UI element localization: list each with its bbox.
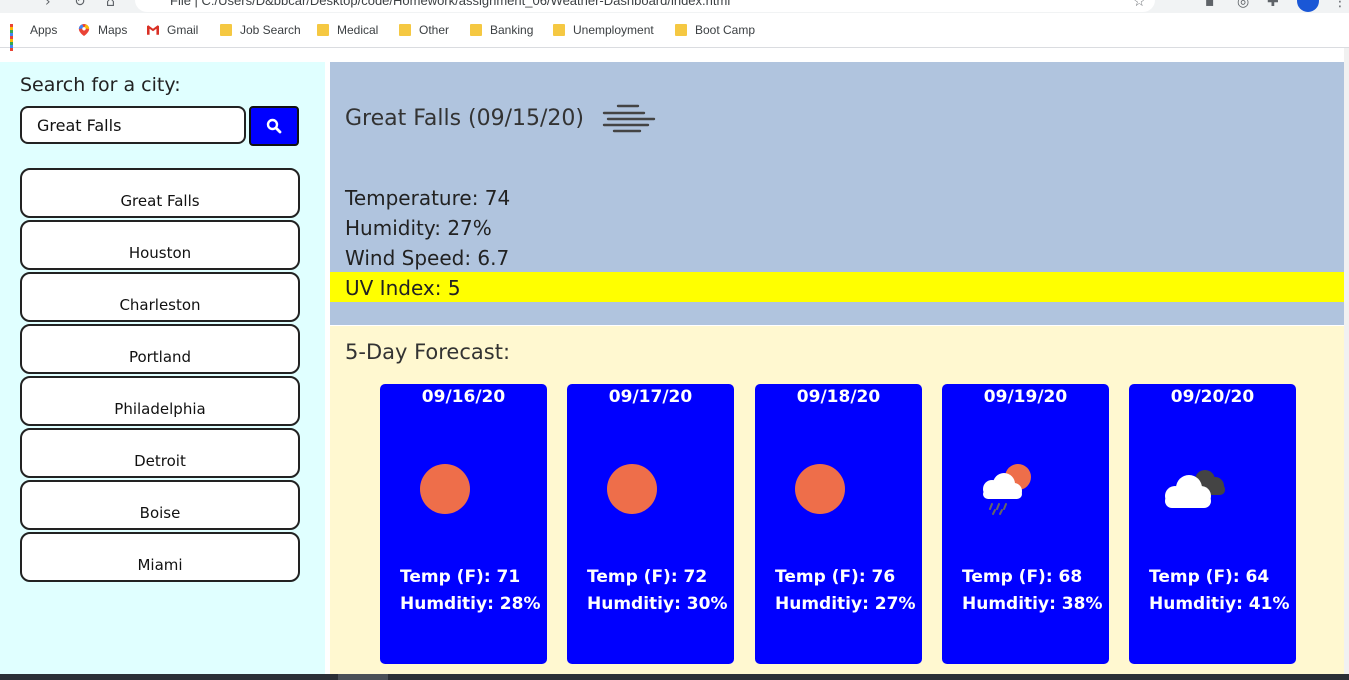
- sun-icon: [795, 464, 845, 514]
- folder-icon: [317, 24, 329, 36]
- forward-arrow-icon[interactable]: ›: [45, 0, 51, 10]
- bookmarks-bar: Apps Maps Gmail Job Search Medical Other…: [0, 13, 1349, 51]
- city-button-label: Detroit: [134, 452, 186, 470]
- address-text: File | C:/Users/D&bbcar/Desktop/code/Hom…: [170, 0, 731, 8]
- forecast-date: 09/17/20: [608, 387, 693, 407]
- current-city-title: Great Falls (09/15/20): [345, 106, 585, 131]
- sun-rain-cloud-icon: [983, 464, 1031, 515]
- star-icon[interactable]: ☆: [1133, 0, 1146, 10]
- forecast-card: 09/17/20 Temp (F): 72 Humditiy: 30%: [567, 384, 734, 664]
- forecast-date: 09/16/20: [421, 387, 506, 407]
- forecast-card: 09/16/20 Temp (F): 71 Humditiy: 28%: [380, 384, 547, 664]
- current-temperature: Temperature: 74: [345, 186, 511, 210]
- bookmark-maps[interactable]: Maps: [78, 22, 127, 38]
- maps-pin-icon: [78, 24, 90, 36]
- city-button-label: Charleston: [119, 296, 201, 314]
- forecast-title: 5-Day Forecast:: [345, 340, 511, 364]
- current-weather-panel: Great Falls (09/15/20) Temperature: 74 H…: [330, 62, 1344, 325]
- puzzle-icon[interactable]: ✚: [1267, 0, 1279, 10]
- bookmark-label: Unemployment: [573, 23, 654, 37]
- bookmark-medical[interactable]: Medical: [317, 22, 378, 38]
- forecast-humidity: Humditiy: 27%: [775, 594, 916, 614]
- browser-toolbar: › ↻ ⌂ File | C:/Users/D&bbcar/Desktop/co…: [0, 0, 1349, 13]
- city-button-detroit[interactable]: Detroit: [20, 428, 300, 478]
- uv-index-highlight: UV Index: 5: [330, 272, 1344, 302]
- forecast-card: 09/18/20 Temp (F): 76 Humditiy: 27%: [755, 384, 922, 664]
- mist-icon: [602, 104, 656, 133]
- folder-icon: [220, 24, 232, 36]
- current-humidity: Humidity: 27%: [345, 216, 492, 240]
- reload-icon[interactable]: ↻: [74, 0, 86, 10]
- gmail-icon: [147, 25, 159, 35]
- bookmark-gmail[interactable]: Gmail: [147, 22, 198, 38]
- forecast-temp: Temp (F): 72: [587, 567, 708, 587]
- current-uv-index: UV Index: 5: [345, 276, 461, 300]
- city-button-portland[interactable]: Portland: [20, 324, 300, 374]
- forecast-date: 09/19/20: [983, 387, 1068, 407]
- folder-icon: [553, 24, 565, 36]
- forecast-date: 09/20/20: [1170, 387, 1255, 407]
- city-button-label: Great Falls: [120, 192, 200, 210]
- forecast-humidity: Humditiy: 28%: [400, 594, 541, 614]
- bookmark-job-search[interactable]: Job Search: [220, 22, 301, 38]
- sun-icon: [420, 464, 470, 514]
- forecast-temp: Temp (F): 76: [775, 567, 896, 587]
- extension-icon[interactable]: ◎: [1237, 0, 1249, 10]
- search-label: Search for a city:: [20, 74, 181, 96]
- sidebar: Search for a city: Great Falls Houston C…: [0, 62, 325, 674]
- city-button-houston[interactable]: Houston: [20, 220, 300, 270]
- city-button-philadelphia[interactable]: Philadelphia: [20, 376, 300, 426]
- bookmark-unemployment[interactable]: Unemployment: [553, 22, 654, 38]
- city-button-label: Philadelphia: [114, 400, 206, 418]
- folder-icon: [470, 24, 482, 36]
- city-button-label: Miami: [137, 556, 183, 574]
- city-button-miami[interactable]: Miami: [20, 532, 300, 582]
- forecast-humidity: Humditiy: 38%: [962, 594, 1103, 614]
- home-icon[interactable]: ⌂: [106, 0, 115, 10]
- city-button-charleston[interactable]: Charleston: [20, 272, 300, 322]
- bookmark-label: Maps: [98, 23, 128, 37]
- profile-avatar[interactable]: [1297, 0, 1319, 12]
- bookmark-label: Apps: [30, 23, 58, 37]
- os-taskbar: [0, 674, 1349, 680]
- forecast-card: 09/19/20 Temp (F): 68 Humditiy: 38%: [942, 384, 1109, 664]
- folder-icon: [675, 24, 687, 36]
- taskbar-active-item[interactable]: [338, 674, 388, 680]
- bookmark-label: Boot Camp: [695, 23, 756, 37]
- forecast-temp: Temp (F): 68: [962, 567, 1083, 587]
- broken-clouds-icon: [1165, 470, 1225, 508]
- city-button-great-falls[interactable]: Great Falls: [20, 168, 300, 218]
- bookmark-banking[interactable]: Banking: [470, 22, 533, 38]
- city-button-boise[interactable]: Boise: [20, 480, 300, 530]
- search-history-list: Great Falls Houston Charleston Portland …: [20, 168, 300, 584]
- menu-kebab-icon[interactable]: ⋮: [1333, 0, 1347, 10]
- page-scrollbar[interactable]: [1344, 48, 1349, 674]
- city-button-label: Houston: [128, 244, 192, 262]
- bookmark-apps[interactable]: Apps: [10, 22, 58, 51]
- forecast-temp: Temp (F): 71: [400, 567, 521, 587]
- search-icon: [266, 118, 282, 134]
- forecast-temp: Temp (F): 64: [1149, 567, 1270, 587]
- apps-grid-icon: [10, 24, 22, 51]
- sun-icon: [607, 464, 657, 514]
- forecast-date: 09/18/20: [796, 387, 881, 407]
- city-button-label: Boise: [139, 504, 181, 522]
- forecast-card: 09/20/20 Temp (F): 64 Humditiy: 41%: [1129, 384, 1296, 664]
- bookmark-label: Gmail: [167, 23, 199, 37]
- current-wind-speed: Wind Speed: 6.7: [345, 246, 510, 270]
- city-search-input[interactable]: [20, 106, 246, 144]
- bookmark-label: Medical: [337, 23, 379, 37]
- search-button[interactable]: [249, 106, 299, 146]
- bookmark-label: Other: [419, 23, 450, 37]
- city-button-label: Portland: [128, 348, 192, 366]
- forecast-panel: 5-Day Forecast: 09/16/20 Temp (F): 71 Hu…: [330, 326, 1344, 676]
- bookmark-label: Job Search: [240, 23, 301, 37]
- bookmark-label: Banking: [490, 23, 534, 37]
- folder-icon: [399, 24, 411, 36]
- extension-icon[interactable]: ▪: [1205, 0, 1215, 10]
- forecast-humidity: Humditiy: 41%: [1149, 594, 1290, 614]
- bookmark-other[interactable]: Other: [399, 22, 449, 38]
- forecast-humidity: Humditiy: 30%: [587, 594, 728, 614]
- bookmark-boot-camp[interactable]: Boot Camp: [675, 22, 755, 38]
